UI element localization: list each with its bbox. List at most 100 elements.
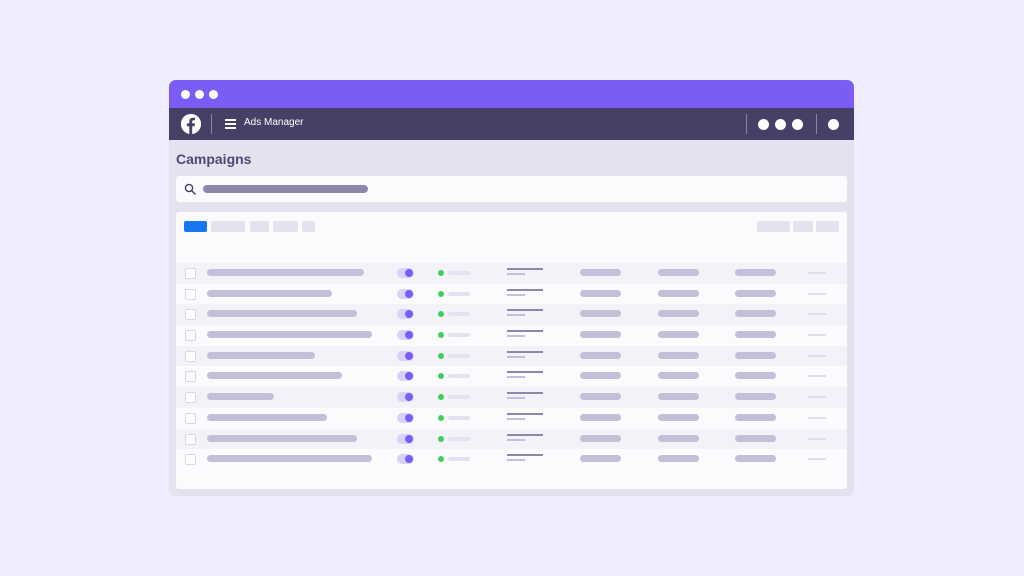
row-checkbox[interactable] — [185, 350, 196, 362]
status-text — [448, 415, 470, 420]
results-cell — [580, 393, 621, 401]
budget-secondary — [507, 397, 525, 400]
campaign-toggle[interactable] — [397, 454, 414, 465]
status-text — [448, 353, 470, 358]
cost-cell — [808, 313, 826, 316]
campaign-name[interactable] — [207, 331, 372, 339]
campaign-toggle[interactable] — [397, 433, 414, 444]
status-text — [448, 395, 470, 400]
campaign-toggle[interactable] — [397, 330, 414, 341]
results-cell — [580, 269, 621, 276]
budget-secondary — [507, 438, 525, 441]
campaign-name[interactable] — [207, 413, 327, 421]
status-text — [448, 291, 470, 296]
impressions-cell — [735, 434, 776, 442]
create-button[interactable] — [184, 221, 207, 232]
table-row[interactable] — [176, 304, 847, 326]
nav-divider — [211, 114, 212, 134]
budget-secondary — [507, 273, 525, 275]
campaign-toggle[interactable] — [397, 309, 414, 320]
impressions-cell — [735, 310, 776, 318]
status-dot-icon — [438, 414, 444, 421]
cost-cell — [808, 272, 826, 274]
row-checkbox[interactable] — [185, 454, 196, 466]
table-row[interactable] — [176, 387, 847, 408]
campaign-toggle[interactable] — [397, 412, 414, 423]
toolbar-button-3[interactable] — [273, 221, 298, 232]
budget-secondary — [507, 314, 525, 317]
budget-secondary — [507, 293, 525, 296]
toolbar-button-2[interactable] — [250, 221, 269, 232]
table-row[interactable] — [176, 428, 847, 450]
status-dot-icon — [438, 332, 444, 339]
status-dot-icon — [438, 352, 444, 359]
impressions-cell — [735, 372, 776, 380]
impressions-cell — [735, 393, 776, 401]
row-checkbox[interactable] — [185, 268, 196, 279]
campaign-name[interactable] — [207, 434, 357, 442]
toolbar-button-1[interactable] — [211, 221, 245, 232]
row-checkbox[interactable] — [185, 330, 196, 342]
nav-action-3-icon[interactable] — [792, 119, 803, 130]
table-row[interactable] — [176, 345, 847, 367]
browser-window: Ads Manager Campaigns — [169, 80, 854, 496]
status-dot-icon — [438, 435, 444, 442]
toolbar-right-button-3[interactable] — [816, 221, 839, 232]
search-field[interactable] — [176, 176, 847, 202]
row-checkbox[interactable] — [185, 288, 196, 300]
campaign-name[interactable] — [207, 289, 332, 297]
toolbar-right-button-2[interactable] — [793, 221, 813, 232]
campaign-name[interactable] — [207, 310, 357, 318]
window-minimize-dot[interactable] — [195, 90, 204, 99]
facebook-logo-icon[interactable] — [181, 114, 201, 134]
table-row[interactable] — [176, 263, 847, 284]
window-maximize-dot[interactable] — [209, 90, 218, 99]
impressions-cell — [735, 289, 776, 297]
table-row[interactable] — [176, 325, 847, 346]
nav-action-1-icon[interactable] — [758, 119, 769, 130]
budget-primary — [507, 412, 543, 415]
campaign-name[interactable] — [207, 455, 372, 463]
hamburger-menu-icon[interactable] — [225, 119, 236, 129]
campaign-toggle[interactable] — [397, 288, 414, 299]
search-input-placeholder[interactable] — [203, 185, 368, 193]
reach-cell — [658, 393, 699, 401]
nav-action-2-icon[interactable] — [775, 119, 786, 130]
results-cell — [580, 434, 621, 442]
toolbar-right-button-1[interactable] — [757, 221, 790, 232]
window-close-dot[interactable] — [181, 90, 190, 99]
cost-cell — [808, 334, 826, 337]
campaign-toggle[interactable] — [397, 392, 414, 403]
table-row[interactable] — [176, 408, 847, 429]
table-row[interactable] — [176, 366, 847, 387]
results-cell — [580, 310, 621, 318]
table-row[interactable] — [176, 284, 847, 305]
budget-primary — [507, 454, 543, 457]
row-checkbox[interactable] — [185, 392, 196, 404]
campaign-name[interactable] — [207, 393, 274, 401]
row-checkbox[interactable] — [185, 412, 196, 424]
row-checkbox[interactable] — [185, 433, 196, 445]
table-row[interactable] — [176, 449, 847, 470]
reach-cell — [658, 289, 699, 297]
impressions-cell — [735, 331, 776, 339]
campaign-toggle[interactable] — [397, 350, 414, 361]
profile-avatar-icon[interactable] — [828, 119, 839, 130]
row-checkbox[interactable] — [185, 371, 196, 383]
budget-primary — [507, 330, 543, 333]
campaign-name[interactable] — [207, 372, 342, 380]
toolbar-button-4[interactable] — [302, 221, 315, 232]
campaign-name[interactable] — [207, 351, 315, 359]
budget-secondary — [507, 417, 525, 420]
campaign-name[interactable] — [207, 269, 364, 276]
results-cell — [580, 372, 621, 380]
campaign-toggle[interactable] — [397, 371, 414, 382]
budget-secondary — [507, 376, 525, 379]
campaign-toggle[interactable] — [397, 268, 414, 278]
cost-cell — [808, 375, 826, 378]
status-text — [448, 271, 470, 275]
budget-primary — [507, 268, 543, 270]
row-checkbox[interactable] — [185, 309, 196, 321]
status-dot-icon — [438, 456, 444, 463]
status-text — [448, 374, 470, 379]
